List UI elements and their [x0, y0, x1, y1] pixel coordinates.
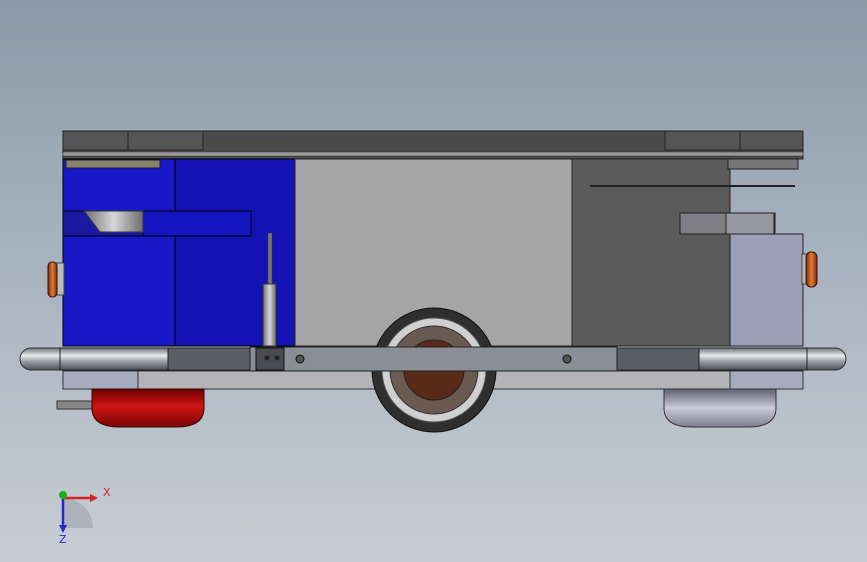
- blue-arm: [142, 210, 252, 237]
- x-axis-label: X: [103, 486, 111, 499]
- top-plate-block-left: [62, 130, 129, 151]
- right-bracket-inner: [725, 212, 775, 235]
- blue-slot-shelf: [65, 159, 161, 169]
- dark-right-panel: [571, 158, 731, 347]
- top-plate-block-right-2: [739, 130, 804, 151]
- lower-skirt-blue-left: [62, 370, 139, 390]
- caster-left-red: [91, 388, 205, 428]
- bumper-sleeve-left: [59, 347, 169, 371]
- bolt-2: [274, 355, 280, 361]
- z-axis-head: [59, 525, 67, 533]
- lamp-right: [805, 251, 818, 288]
- triad-shadow: [63, 498, 93, 528]
- right-slot-shelf: [727, 158, 799, 170]
- top-trim-line: [62, 151, 804, 157]
- lower-skirt-blue-right: [729, 370, 804, 390]
- bolt-1: [264, 355, 270, 361]
- antenna-mast: [267, 232, 273, 286]
- z-axis-label: Z: [59, 533, 67, 546]
- y-axis-dot: [59, 491, 67, 499]
- bumper-sleeve-right-dark: [616, 347, 700, 371]
- bolt-4: [562, 354, 572, 364]
- top-plate-block-left-2: [127, 130, 204, 151]
- lamp-left: [47, 261, 58, 298]
- bumper-sleeve-left-dark: [167, 347, 251, 371]
- robot-model-front-view[interactable]: X Z: [0, 0, 867, 562]
- bumper-center-bar: [249, 346, 618, 372]
- antenna-body: [262, 283, 277, 347]
- light-right-panel: [729, 233, 804, 347]
- bolt-3: [295, 354, 305, 364]
- caster-right-silver: [663, 388, 777, 428]
- blue-panel-left: [62, 158, 176, 347]
- blue-panel-center: [174, 158, 296, 347]
- coordinate-triad[interactable]: X Z: [59, 486, 111, 546]
- caster-left-bar: [56, 400, 94, 410]
- top-plate-block-right: [664, 130, 741, 151]
- cad-viewport[interactable]: X Z: [0, 0, 867, 562]
- bumper-sleeve-right: [698, 347, 808, 371]
- bumper-bracket: [255, 347, 285, 371]
- x-axis-head: [90, 494, 98, 502]
